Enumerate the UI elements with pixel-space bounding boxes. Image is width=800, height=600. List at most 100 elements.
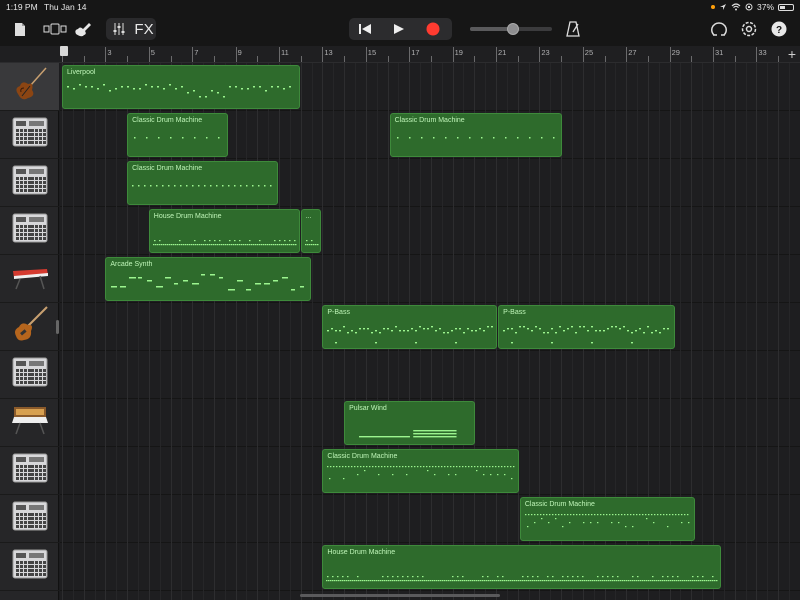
track-header[interactable] [0, 207, 59, 255]
drum-machine-icon [12, 548, 48, 585]
track-header[interactable] [0, 447, 59, 495]
timeline-grid[interactable]: Liverpool Classic Drum Machine Classic Dru… [60, 63, 800, 600]
toolbar: FX ? [0, 14, 800, 46]
region-name: House Drum Machine [153, 213, 222, 220]
tracks-view-icon[interactable] [40, 18, 70, 40]
ruler-bar-label: 33 [758, 48, 767, 57]
region-name: Liverpool [67, 69, 96, 76]
track-header[interactable] [0, 255, 59, 303]
region[interactable]: Arcade Synth [105, 257, 311, 301]
region-notes [130, 176, 275, 202]
region-notes [152, 224, 297, 250]
instrument-icon[interactable] [72, 18, 94, 40]
region[interactable]: Classic Drum Machine [519, 497, 695, 541]
grid-line [235, 63, 237, 600]
ruler-tick [778, 56, 780, 62]
ruler-bar-label: 17 [411, 48, 420, 57]
ruler-tick [127, 56, 129, 62]
svg-text:?: ? [776, 25, 782, 36]
grid-line [756, 63, 758, 600]
track-header[interactable] [0, 399, 59, 447]
master-volume-slider[interactable] [470, 23, 552, 35]
garageband-tracks-view: { "status_bar": { "time": "1:19 PM", "da… [0, 0, 800, 600]
region[interactable]: Classic Drum Machine [389, 113, 563, 157]
location-icon [719, 4, 726, 10]
add-section-button[interactable]: + [785, 46, 799, 63]
metronome-icon[interactable] [562, 18, 584, 40]
grid-line [745, 63, 747, 600]
region-name: Arcade Synth [110, 261, 153, 268]
grid-line [300, 63, 302, 600]
mic-indicator-icon [710, 5, 715, 9]
document-icon[interactable] [10, 18, 30, 40]
grid-line [257, 63, 259, 600]
playhead-handle[interactable] [60, 46, 68, 56]
track-header[interactable] [0, 303, 59, 351]
rewind-icon[interactable] [353, 18, 377, 40]
synth-keyboard-icon [10, 261, 50, 296]
region-name: Pulsar Wind [349, 405, 387, 412]
track-header[interactable] [0, 159, 59, 207]
track-header[interactable] [0, 351, 59, 399]
mixer-icon[interactable] [108, 18, 130, 40]
grid-line [713, 63, 714, 600]
ruler-tick [604, 56, 606, 62]
region[interactable]: Classic Drum Machine [322, 449, 519, 493]
region-notes [325, 464, 515, 490]
region-name: Classic Drum Machine [394, 117, 465, 124]
grid-line [289, 63, 291, 600]
track-header[interactable] [0, 543, 59, 591]
help-icon[interactable]: ? [768, 18, 790, 40]
ruler-tick [235, 47, 237, 62]
ruler-bar-label: 15 [367, 48, 377, 57]
fx-button[interactable]: FX [133, 18, 155, 40]
grid-line [788, 63, 790, 600]
battery-percent: 37% [756, 2, 774, 12]
ruler-tick [517, 56, 519, 62]
ruler-bar-label: 3 [107, 48, 112, 57]
region[interactable]: P-Bass [498, 305, 676, 349]
region[interactable]: P-Bass [322, 305, 498, 349]
ruler-bar-label: 31 [715, 48, 724, 57]
track-header[interactable] [0, 63, 59, 111]
ruler-tick [496, 47, 497, 62]
timeline-ruler[interactable]: 13579111315171921232527293133 [0, 46, 800, 63]
track-header[interactable] [0, 111, 59, 159]
drum-machine-icon [12, 164, 48, 201]
drum-machine-icon [12, 452, 48, 489]
region-name: P-Bass [503, 309, 526, 316]
region[interactable]: House Drum Machine [148, 209, 300, 253]
ruler-bar-label: 27 [628, 48, 637, 57]
ruler-tick [582, 47, 584, 62]
region[interactable]: Classic Drum Machine [127, 113, 229, 157]
region-notes [304, 224, 319, 250]
grid-line [62, 63, 63, 600]
region-notes [501, 320, 672, 346]
region[interactable]: House Drum Machine [322, 545, 721, 589]
drum-machine-icon [12, 212, 48, 249]
ruler-bar-label: 23 [541, 48, 550, 57]
record-icon[interactable] [421, 18, 445, 40]
region[interactable]: Pulsar Wind [344, 401, 476, 445]
ruler-tick [365, 47, 367, 62]
ruler-tick [647, 56, 649, 62]
region[interactable]: Liverpool [62, 65, 300, 109]
settings-icon[interactable] [738, 18, 760, 40]
region-name: Classic Drum Machine [132, 165, 203, 172]
region[interactable]: ... [300, 209, 322, 253]
region-notes [108, 272, 307, 298]
track-header-resize-handle[interactable] [56, 320, 59, 334]
ruler-tick [148, 47, 150, 62]
region[interactable]: Classic Drum Machine [127, 161, 278, 205]
status-bar: 1:19 PM Thu Jan 14 37% [0, 0, 800, 14]
track-header[interactable] [0, 495, 59, 543]
region-name: Classic Drum Machine [327, 453, 398, 460]
region-notes [347, 416, 472, 442]
ruler-bar-label: 13 [324, 48, 333, 57]
play-icon[interactable] [387, 18, 411, 40]
loop-browser-icon[interactable] [708, 18, 730, 40]
ruler-bar-label: 19 [454, 48, 463, 57]
master-volume-knob[interactable] [506, 23, 519, 35]
region-name: House Drum Machine [327, 549, 396, 556]
horizontal-scroll-indicator[interactable] [300, 594, 500, 597]
